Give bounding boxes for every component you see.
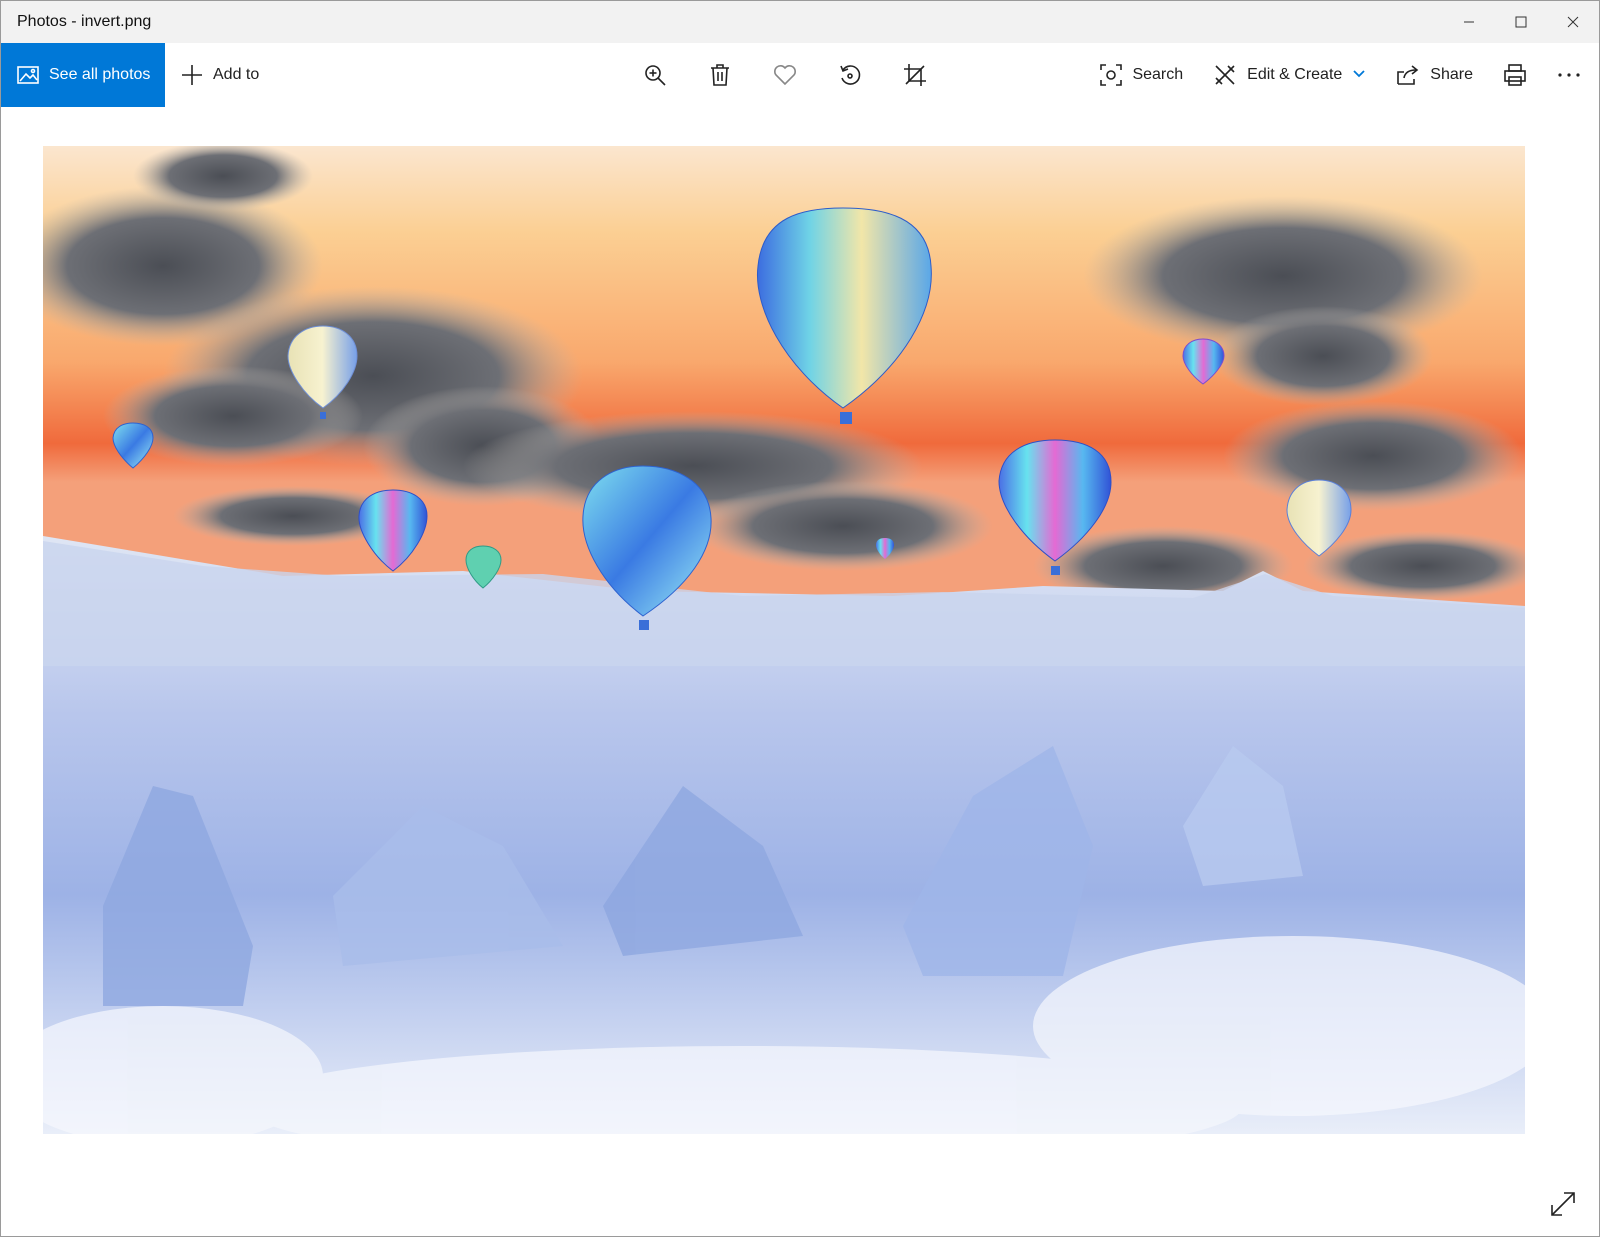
see-all-photos-label: See all photos [49,66,151,83]
add-to-label: Add to [213,66,260,83]
favorite-icon [774,65,796,86]
rotate-icon [840,65,861,85]
chevron-down-icon [1352,66,1366,84]
window-controls [1443,1,1599,43]
rotate-button[interactable] [832,57,868,93]
toolbar: See all photos Add to Search Edit & Crea… [1,43,1599,107]
print-icon [1504,64,1526,86]
more-button[interactable] [1557,72,1581,78]
photos-window: Photos - invert.png See all photos Add t… [0,0,1600,1237]
edit-create-label: Edit & Create [1247,66,1343,83]
visual-search-icon [1100,64,1123,86]
center-tools [637,43,933,107]
crop-icon [904,64,926,86]
photo-canvas[interactable] [43,146,1525,1134]
more-icon [1558,73,1580,77]
zoom-button[interactable] [637,57,673,93]
share-icon [1397,65,1419,85]
share-button[interactable]: Share [1396,64,1473,86]
print-button[interactable] [1503,63,1527,87]
favorite-button[interactable] [767,57,803,93]
delete-icon [711,64,729,86]
maximize-button[interactable] [1495,1,1547,43]
minimize-button[interactable] [1443,1,1495,43]
add-to-button[interactable]: Add to [181,64,259,86]
delete-button[interactable] [702,57,738,93]
fullscreen-button[interactable] [1545,1186,1581,1222]
inverted-balloon-landscape-image [43,146,1525,1134]
plus-icon [182,65,202,85]
right-tools: Search Edit & Create Share [1100,43,1581,107]
photo-viewer [1,107,1599,1236]
edit-create-button[interactable]: Edit & Create [1213,63,1366,87]
close-button[interactable] [1547,1,1599,43]
close-icon [1567,16,1579,28]
zoom-in-icon [645,65,666,86]
minimize-icon [1464,21,1474,23]
maximize-icon [1515,16,1527,28]
see-all-photos-button[interactable]: See all photos [1,43,165,107]
crop-button[interactable] [897,57,933,93]
share-label: Share [1430,66,1473,83]
title-bar: Photos - invert.png [1,1,1599,43]
search-button[interactable]: Search [1100,64,1183,86]
photo-icon [17,66,39,84]
window-title: Photos - invert.png [17,13,152,30]
edit-create-icon [1215,65,1235,85]
expand-icon [1551,1192,1575,1216]
search-label: Search [1132,66,1184,83]
